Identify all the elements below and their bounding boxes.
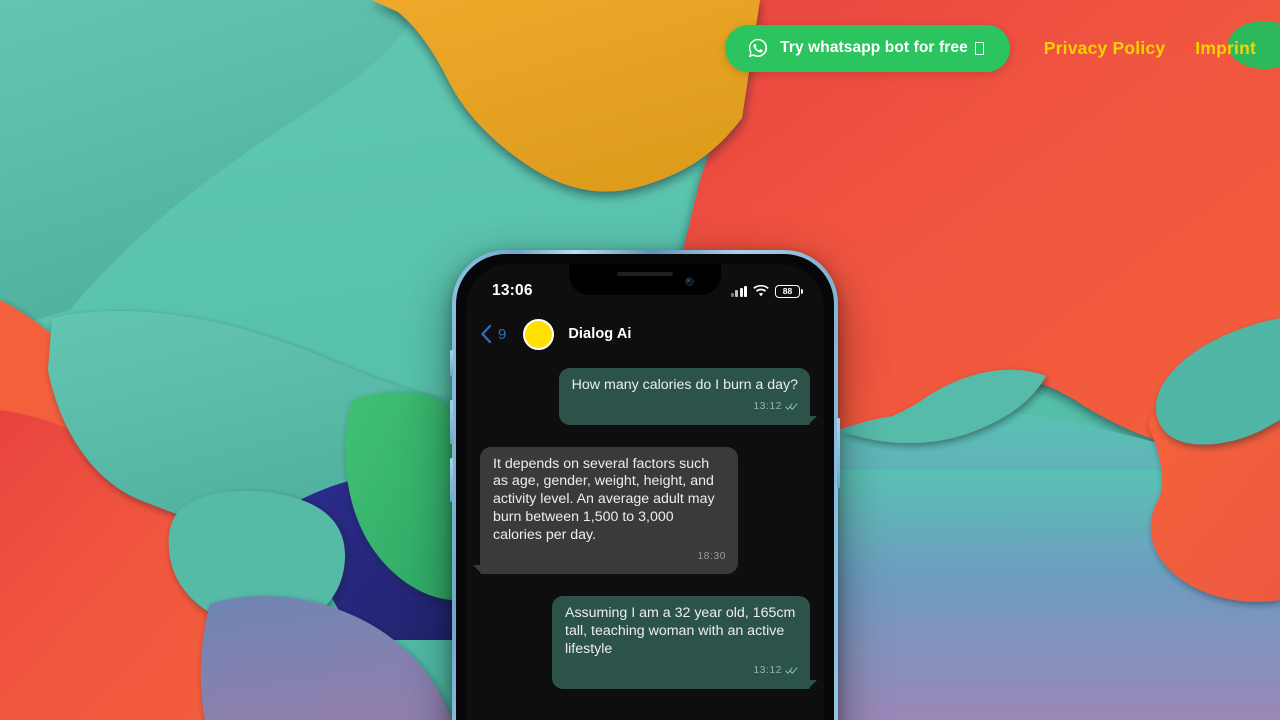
- outgoing-message-bubble[interactable]: How many calories do I burn a day? 13:12: [558, 368, 818, 425]
- chat-header: 9 Dialog Ai: [466, 308, 824, 360]
- avatar[interactable]: [523, 318, 555, 350]
- message-meta: 18:30: [698, 548, 727, 566]
- cellular-signal-icon: [731, 285, 747, 297]
- unread-count-label: 9: [498, 325, 507, 343]
- outgoing-message-bubble[interactable]: Assuming I am a 32 year old, 165cm tall,…: [552, 596, 817, 689]
- message-row: Assuming I am a 32 year old, 165cm tall,…: [480, 596, 817, 689]
- volume-up-button[interactable]: [450, 400, 453, 444]
- privacy-policy-link[interactable]: Privacy Policy: [1044, 38, 1166, 59]
- chat-title: Dialog Ai: [568, 326, 632, 342]
- battery-icon: 88: [775, 284, 803, 298]
- try-whatsapp-bot-button[interactable]: Try whatsapp bot for free: [725, 24, 1010, 72]
- message-text: Assuming I am a 32 year old, 165cm tall,…: [565, 605, 796, 657]
- try-whatsapp-bot-label: Try whatsapp bot for free: [780, 39, 968, 56]
- message-meta: 13:12: [754, 398, 799, 416]
- message-time: 13:12: [753, 400, 782, 412]
- phone-mockup: 13:06 88 9 Dialog Ai How many calories d…: [450, 250, 840, 720]
- status-bar-time: 13:06: [492, 282, 533, 299]
- message-row: How many calories do I burn a day? 13:12: [480, 368, 818, 425]
- top-navigation-bar: Try whatsapp bot for free Privacy Policy…: [0, 0, 1280, 96]
- message-time: 13:12: [753, 664, 782, 676]
- phone-notch: [569, 264, 721, 295]
- back-button[interactable]: 9: [480, 324, 506, 344]
- message-list[interactable]: How many calories do I burn a day? 13:12…: [466, 360, 824, 720]
- missing-glyph-icon: [974, 41, 984, 55]
- power-button[interactable]: [837, 418, 840, 488]
- whatsapp-icon: [748, 38, 768, 58]
- message-text: It depends on several factors such as ag…: [493, 455, 715, 543]
- message-time: 18:30: [697, 550, 726, 562]
- volume-down-button[interactable]: [450, 458, 453, 502]
- message-row: It depends on several factors such as ag…: [473, 446, 810, 575]
- message-meta: 13:12: [754, 662, 799, 680]
- imprint-link[interactable]: Imprint: [1195, 38, 1256, 59]
- chevron-left-icon: [481, 324, 492, 344]
- message-text: How many calories do I burn a day?: [571, 377, 798, 393]
- phone-bezel: 13:06 88 9 Dialog Ai How many calories d…: [456, 254, 834, 720]
- wifi-icon: [753, 285, 769, 297]
- mute-switch[interactable]: [450, 350, 453, 376]
- earpiece-speaker-icon: [617, 272, 673, 276]
- double-check-icon: [785, 403, 798, 410]
- battery-level-label: 88: [782, 285, 793, 296]
- incoming-message-bubble[interactable]: It depends on several factors such as ag…: [473, 446, 738, 575]
- double-check-icon: [785, 667, 798, 674]
- phone-screen: 13:06 88 9 Dialog Ai How many calories d…: [466, 264, 824, 720]
- front-camera-icon: [685, 277, 694, 286]
